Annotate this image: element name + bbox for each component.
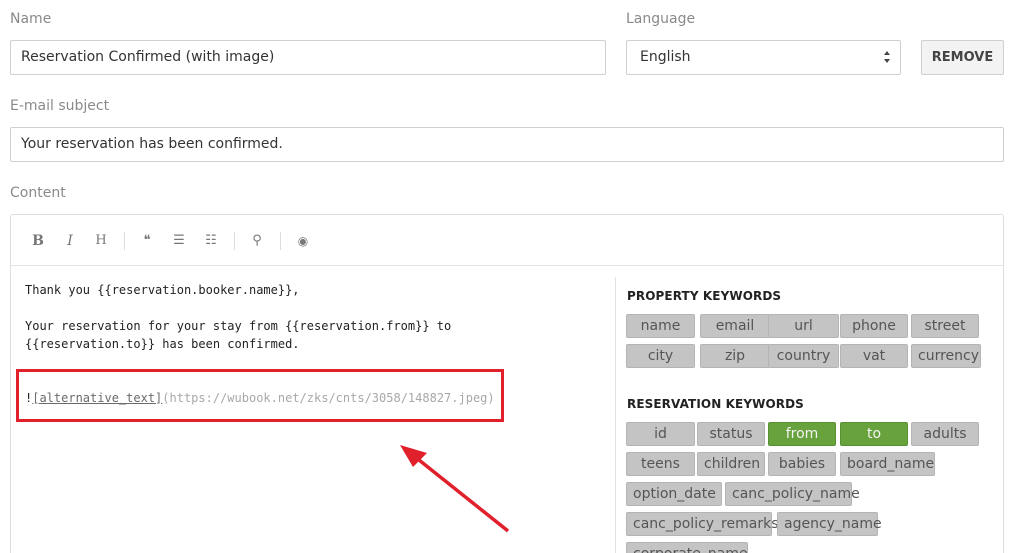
keyword-agency-name[interactable]: agency_name xyxy=(777,512,882,536)
preview-eye-icon[interactable]: ◉ xyxy=(295,231,311,251)
keyword-city[interactable]: city xyxy=(626,344,695,368)
bold-button[interactable]: B xyxy=(30,231,46,251)
keyword-url[interactable]: url xyxy=(768,314,839,338)
keyword-country[interactable]: country xyxy=(768,344,839,368)
toolbar-separator xyxy=(124,232,125,250)
content-line-greeting[interactable]: Thank you {{reservation.booker.name}}, xyxy=(25,283,300,297)
annotation-highlight-box xyxy=(16,369,504,422)
keyword-canc-policy-remarks[interactable]: canc_policy_remarks xyxy=(626,512,779,536)
keyword-children[interactable]: children xyxy=(697,452,765,476)
property-keywords-title: PROPERTY KEYWORDS xyxy=(627,289,782,303)
ordered-list-icon[interactable]: ☷ xyxy=(203,231,219,251)
heading-button[interactable]: H xyxy=(93,231,109,251)
editor-toolbar: B I H ❝ ☰ ☷ ⚲ ◉ xyxy=(11,215,1003,266)
keyword-adults[interactable]: adults xyxy=(911,422,979,446)
keyword-currency[interactable]: currency xyxy=(911,344,981,368)
language-label: Language xyxy=(626,11,696,27)
name-label: Name xyxy=(10,11,52,27)
keyword-teens[interactable]: teens xyxy=(626,452,695,476)
keyword-email[interactable]: email xyxy=(700,314,770,338)
link-icon[interactable]: ⚲ xyxy=(249,231,265,251)
language-select[interactable]: English xyxy=(626,40,901,75)
content-label: Content xyxy=(10,185,66,201)
keyword-from[interactable]: from xyxy=(768,422,836,446)
content-line-body[interactable]: Your reservation for your stay from {{re… xyxy=(25,319,451,333)
keyword-board-name[interactable]: board_name xyxy=(840,452,935,476)
name-input[interactable]: Reservation Confirmed (with image) xyxy=(10,40,606,75)
subject-input[interactable]: Your reservation has been confirmed. xyxy=(10,127,1004,162)
keyword-id[interactable]: id xyxy=(626,422,695,446)
keywords-divider xyxy=(615,277,616,553)
toolbar-separator xyxy=(280,232,281,250)
keyword-canc-policy-name[interactable]: canc_policy_name xyxy=(725,482,860,506)
reservation-keywords-title: RESERVATION KEYWORDS xyxy=(627,397,804,411)
keyword-zip[interactable]: zip xyxy=(700,344,770,368)
keyword-phone[interactable]: phone xyxy=(840,314,908,338)
remove-button[interactable]: REMOVE xyxy=(921,40,1004,75)
keyword-babies[interactable]: babies xyxy=(768,452,836,476)
unordered-list-icon[interactable]: ☰ xyxy=(171,231,187,251)
keyword-status[interactable]: status xyxy=(697,422,765,446)
quote-icon[interactable]: ❝ xyxy=(139,231,155,251)
keyword-vat[interactable]: vat xyxy=(840,344,908,368)
keyword-to[interactable]: to xyxy=(840,422,908,446)
keyword-street[interactable]: street xyxy=(911,314,979,338)
keyword-option-date[interactable]: option_date xyxy=(626,482,722,506)
keyword-corporate-name[interactable]: corporate_name xyxy=(626,542,748,553)
italic-button[interactable]: I xyxy=(62,231,78,251)
content-line-body-cont[interactable]: {{reservation.to}} has been confirmed. xyxy=(25,337,300,351)
toolbar-separator xyxy=(234,232,235,250)
language-select-value: English xyxy=(640,49,691,65)
select-arrows-icon xyxy=(884,51,890,63)
subject-label: E-mail subject xyxy=(10,98,110,114)
keyword-name[interactable]: name xyxy=(626,314,695,338)
